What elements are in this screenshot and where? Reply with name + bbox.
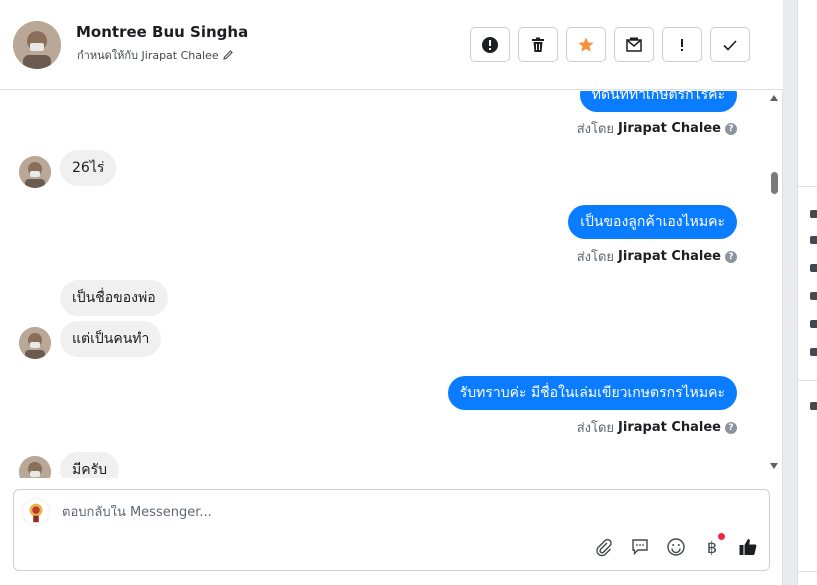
side-item-icon <box>810 292 817 300</box>
divider <box>798 380 817 381</box>
side-item-icon <box>810 210 817 218</box>
baht-payment-icon: ฿ <box>706 537 718 557</box>
conversation-actions <box>470 27 750 62</box>
sent-by-label: ส่งโดย Jirapat Chalee ? <box>577 118 737 139</box>
divider <box>798 571 817 572</box>
attachment-button[interactable] <box>593 536 615 558</box>
delete-button[interactable] <box>518 27 558 62</box>
sent-by-label: ส่งโดย Jirapat Chalee ? <box>577 417 737 438</box>
thumbs-up-icon <box>739 539 757 555</box>
outgoing-message[interactable]: ที่ดินที่ทำเกษตรกี่ไร่คะ <box>579 91 737 112</box>
alert-circle-icon <box>482 36 498 53</box>
side-item-icon <box>810 402 817 410</box>
follow-up-button[interactable] <box>662 27 702 62</box>
help-icon[interactable]: ? <box>725 250 737 263</box>
page-avatar <box>22 498 50 526</box>
sent-by-agent: Jirapat Chalee <box>618 249 721 264</box>
incoming-message[interactable]: 26ไร่ <box>60 150 117 186</box>
emoji-button[interactable] <box>665 536 687 558</box>
sent-by-prefix: ส่งโดย <box>576 250 615 265</box>
trash-icon <box>532 37 544 52</box>
conversation-header: Montree Buu Singha กำหนดให้กับ Jirapat C… <box>0 0 783 90</box>
composer-toolbar: ฿ <box>593 533 759 558</box>
exclamation-icon <box>681 38 683 51</box>
assignment-label: กำหนดให้กับ Jirapat Chalee <box>77 49 219 62</box>
details-side-panel <box>797 0 817 585</box>
mark-spam-button[interactable] <box>470 27 510 62</box>
thread-scrollbar[interactable] <box>768 91 781 478</box>
star-icon <box>578 37 594 52</box>
contact-name[interactable]: Montree Buu Singha <box>76 23 248 41</box>
payment-button[interactable]: ฿ <box>701 533 725 558</box>
contact-avatar[interactable] <box>13 21 61 69</box>
divider <box>798 186 817 187</box>
side-item-icon <box>810 348 817 356</box>
reply-input[interactable] <box>62 505 662 520</box>
like-button[interactable] <box>737 536 759 558</box>
side-item-icon <box>810 236 817 244</box>
side-item-icon <box>810 320 817 328</box>
check-icon <box>723 39 737 51</box>
emoji-icon <box>667 538 685 556</box>
attachment-icon <box>596 538 612 557</box>
incoming-message[interactable]: เป็นชื่อของพ่อ <box>60 280 168 316</box>
help-icon[interactable]: ? <box>725 122 737 135</box>
incoming-message[interactable]: แต่เป็นคนทำ <box>60 321 162 357</box>
sent-by-agent: Jirapat Chalee <box>618 420 721 435</box>
scroll-down-arrow-icon[interactable] <box>770 463 778 469</box>
sent-by-prefix: ส่งโดย <box>576 421 615 436</box>
help-icon[interactable]: ? <box>725 421 737 434</box>
incoming-message[interactable]: มีครับ <box>60 452 119 478</box>
pencil-icon[interactable] <box>222 49 234 61</box>
contact-avatar-small[interactable] <box>19 327 51 359</box>
side-item-icon <box>810 264 817 272</box>
saved-reply-icon <box>632 539 648 556</box>
reply-composer: ฿ <box>13 489 770 571</box>
contact-avatar-small[interactable] <box>19 156 51 188</box>
assignment-info[interactable]: กำหนดให้กับ Jirapat Chalee <box>77 46 234 64</box>
star-button[interactable] <box>566 27 606 62</box>
scroll-thumb[interactable] <box>771 172 778 194</box>
contact-avatar-small[interactable] <box>19 456 51 478</box>
scroll-up-arrow-icon[interactable] <box>770 95 778 101</box>
notification-dot <box>718 533 725 540</box>
mark-unread-button[interactable] <box>614 27 654 62</box>
envelope-icon <box>626 37 642 52</box>
sent-by-label: ส่งโดย Jirapat Chalee ? <box>577 246 737 267</box>
sent-by-prefix: ส่งโดย <box>576 122 615 137</box>
message-thread: ที่ดินที่ทำเกษตรกี่ไร่คะ ส่งโดย Jirapat … <box>0 91 768 478</box>
outgoing-message[interactable]: รับทราบค่ะ มีชื่อในเล่มเขียวเกษตรกรไหมคะ <box>447 376 737 410</box>
sent-by-agent: Jirapat Chalee <box>618 121 721 136</box>
inbox-window: Montree Buu Singha กำหนดให้กับ Jirapat C… <box>0 0 817 585</box>
outgoing-message[interactable]: เป็นของลูกค้าเองไหมคะ <box>568 205 737 239</box>
saved-reply-button[interactable] <box>629 536 651 558</box>
mark-done-button[interactable] <box>710 27 750 62</box>
conversation-panel: Montree Buu Singha กำหนดให้กับ Jirapat C… <box>0 0 783 585</box>
